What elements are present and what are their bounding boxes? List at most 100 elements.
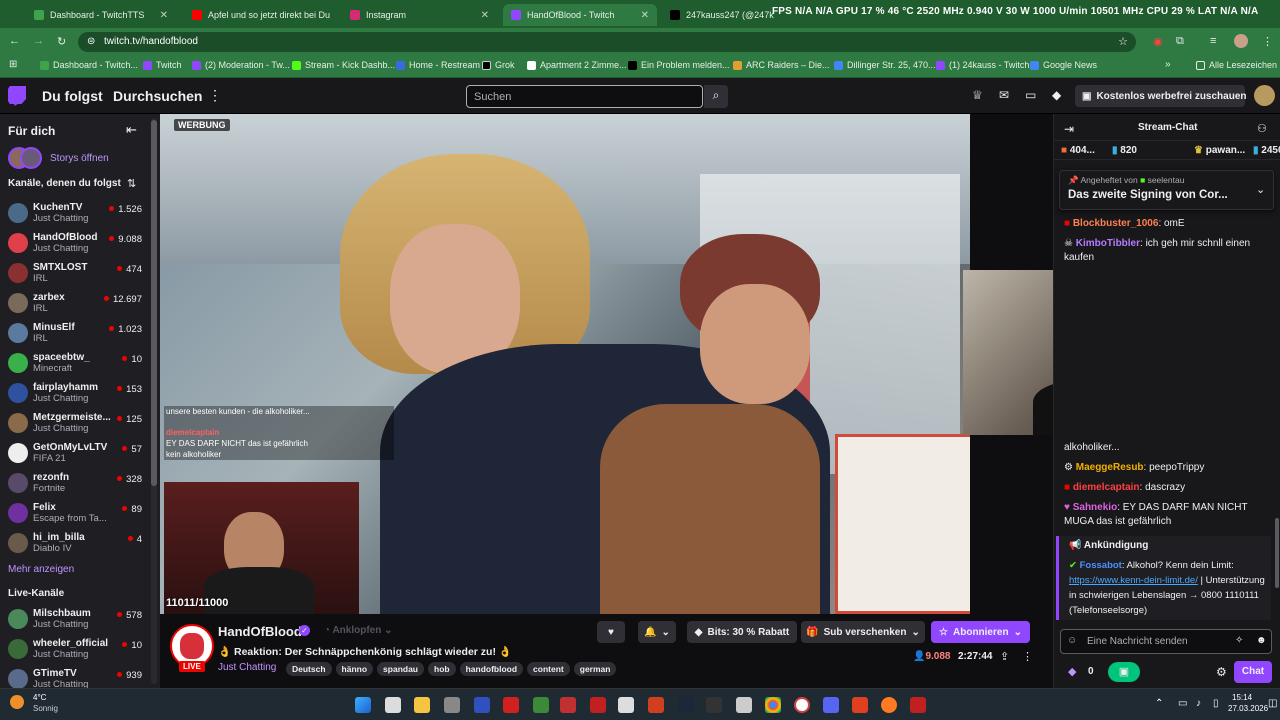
sort-icon[interactable]: ⇅ bbox=[127, 177, 136, 190]
bookmark-item[interactable]: (1) 24kauss - Twitch bbox=[936, 60, 1029, 70]
bits-icon[interactable]: ◆ bbox=[1052, 88, 1061, 102]
chat-username[interactable]: KimboTibbler bbox=[1076, 238, 1140, 249]
sidebar-channel-item[interactable]: HandOfBlood Just Chatting 9.088 bbox=[0, 230, 150, 260]
extension-icon[interactable]: ◉ bbox=[1153, 35, 1163, 48]
site-info-icon[interactable]: ⊜ bbox=[87, 36, 95, 47]
mouse-app-icon[interactable] bbox=[444, 697, 460, 713]
bits-cheer-icon[interactable]: ✧ bbox=[1235, 635, 1243, 646]
leaderboard-entry[interactable]: ♛ pawan... bbox=[1194, 145, 1245, 156]
follow-heart-button[interactable]: ♥ bbox=[597, 621, 625, 643]
bookmark-item[interactable]: Stream - Kick Dashb... bbox=[292, 60, 395, 70]
chat-scrollbar[interactable] bbox=[1275, 518, 1279, 588]
stories-link[interactable]: Storys öffnen bbox=[50, 153, 109, 164]
adfree-button[interactable]: ▣ Kostenlos werbefrei zuschauen bbox=[1075, 85, 1247, 107]
clock-date[interactable]: 27.03.2026 bbox=[1228, 704, 1268, 713]
reward-button[interactable]: ▣ bbox=[1108, 662, 1140, 682]
volume-icon[interactable]: ♪ bbox=[1196, 698, 1201, 709]
chat-input[interactable]: ☺ Eine Nachricht senden ✧ ☻ bbox=[1060, 629, 1272, 654]
steam-icon[interactable] bbox=[678, 697, 694, 713]
menu-icon[interactable]: ⋮ bbox=[1262, 35, 1273, 48]
chat-username[interactable]: diemelcaptain bbox=[1073, 482, 1140, 493]
tag[interactable]: content bbox=[527, 662, 570, 676]
tag[interactable]: german bbox=[573, 662, 617, 676]
collapse-sidebar-icon[interactable]: ⇤ bbox=[126, 122, 137, 138]
sidebar-channel-item[interactable]: Metzgermeiste... Just Chatting 125 bbox=[0, 410, 150, 440]
chat-username[interactable]: Fossabot bbox=[1080, 560, 1122, 571]
send-chat-button[interactable]: Chat bbox=[1234, 661, 1272, 683]
sidebar-channel-item[interactable]: GetOnMyLvLTV FIFA 21 57 bbox=[0, 440, 150, 470]
battery-icon[interactable]: ▯ bbox=[1213, 698, 1219, 709]
media-control-icon[interactable]: ≡ bbox=[1210, 35, 1216, 47]
bookmark-item[interactable]: Home - Restream bbox=[396, 60, 480, 70]
user-avatar[interactable] bbox=[1254, 85, 1275, 106]
whispers-icon[interactable]: ▭ bbox=[1025, 88, 1036, 102]
browser-tab-active[interactable]: HandOfBlood - Twitch ✕ bbox=[503, 4, 657, 26]
apps-grid-icon[interactable]: ⊞ bbox=[9, 59, 17, 70]
chevron-down-icon[interactable]: ⌄ bbox=[1256, 183, 1265, 196]
tag[interactable]: spandau bbox=[377, 662, 424, 676]
discord-icon[interactable] bbox=[823, 697, 839, 713]
bookmark-item[interactable]: (2) Moderation - Tw... bbox=[192, 60, 290, 70]
app-icon[interactable] bbox=[560, 697, 576, 713]
app-icon[interactable] bbox=[852, 697, 868, 713]
tray-chevron-icon[interactable]: ⌃ bbox=[1155, 698, 1163, 709]
leaderboard-entry[interactable]: ▮ 820 bbox=[1112, 145, 1137, 156]
crown-icon[interactable]: ♕ bbox=[972, 88, 983, 102]
more-options-icon[interactable]: ⋮ bbox=[1022, 650, 1033, 663]
tag[interactable]: handofblood bbox=[459, 662, 524, 676]
start-icon[interactable] bbox=[355, 697, 371, 713]
knock-button[interactable]: ◔ Anklopfen ⌄ bbox=[324, 625, 393, 636]
notifications-button[interactable]: 🔔 ⌄ bbox=[638, 621, 676, 643]
url-field[interactable]: ⊜ twitch.tv/handofblood ☆ bbox=[78, 32, 1136, 52]
bookmark-item[interactable]: Twitch bbox=[143, 60, 182, 70]
scrollbar-thumb[interactable] bbox=[151, 120, 157, 486]
file-explorer-icon[interactable] bbox=[414, 697, 430, 713]
app-icon[interactable] bbox=[590, 697, 606, 713]
sidebar-channel-item[interactable]: MinusElf IRL 1.023 bbox=[0, 320, 150, 350]
sidebar-channel-item[interactable]: hi_im_billa Diablo IV 4 bbox=[0, 530, 150, 560]
bookmark-item[interactable]: ARC Raiders – Die... bbox=[733, 60, 830, 70]
bookmark-item[interactable]: Google News bbox=[1030, 60, 1097, 70]
sidebar-channel-item[interactable]: KuchenTV Just Chatting 1.526 bbox=[0, 200, 150, 230]
sidebar-channel-item[interactable]: GTimeTV Just Chatting 939 bbox=[0, 666, 150, 688]
browser-tab[interactable]: Instagram ✕ bbox=[342, 4, 497, 26]
emote-picker-icon[interactable]: ☺ bbox=[1067, 635, 1077, 646]
clock-time[interactable]: 15:14 bbox=[1232, 693, 1252, 702]
app-icon[interactable] bbox=[648, 697, 664, 713]
app-icon[interactable] bbox=[706, 697, 722, 713]
bookmark-star-icon[interactable]: ☆ bbox=[1118, 35, 1128, 48]
subscribe-button[interactable]: ☆ Abonnieren ⌄ bbox=[931, 621, 1030, 643]
browser-tab[interactable]: Apfel und so jetzt direkt bei Du bbox=[184, 4, 334, 26]
reload-icon[interactable]: ↻ bbox=[57, 35, 66, 48]
gift-sub-button[interactable]: 🎁 Sub verschenken ⌄ bbox=[801, 621, 925, 643]
bookmark-item[interactable]: Apartment 2 Zimme... bbox=[527, 60, 627, 70]
sidebar-channel-item[interactable]: wheeler_official Just Chatting 10 bbox=[0, 636, 150, 666]
chat-username[interactable]: MaeggeResub bbox=[1076, 462, 1144, 473]
sidebar-channel-item[interactable]: Felix Escape from Ta... 89 bbox=[0, 500, 150, 530]
browser-tab[interactable]: 247kauss247 (@247kauss24 bbox=[662, 4, 774, 26]
forward-icon[interactable]: → bbox=[33, 35, 44, 47]
browser-tab[interactable]: Dashboard - TwitchTTS ✕ bbox=[26, 4, 176, 26]
opera-icon[interactable] bbox=[794, 697, 810, 713]
sidebar-channel-item[interactable]: Milschbaum Just Chatting 578 bbox=[0, 606, 150, 636]
close-icon[interactable]: ✕ bbox=[481, 10, 489, 21]
calculator-icon[interactable] bbox=[385, 697, 401, 713]
stories-row[interactable] bbox=[8, 147, 42, 169]
firefox-icon[interactable] bbox=[881, 697, 897, 713]
sidebar-channel-item[interactable]: fairplayhamm Just Chatting 153 bbox=[0, 380, 150, 410]
search-input[interactable]: Suchen bbox=[466, 85, 703, 108]
chevron-right-icon[interactable]: » bbox=[1165, 59, 1171, 70]
channel-name[interactable]: HandOfBlood bbox=[218, 624, 302, 639]
category-link[interactable]: Just Chatting bbox=[218, 662, 276, 673]
announcement-link[interactable]: https://www.kenn-dein-limit.de/ bbox=[1069, 575, 1198, 586]
channel-points-icon[interactable]: ◆ bbox=[1068, 665, 1076, 678]
collapse-chat-icon[interactable]: ⇥ bbox=[1064, 122, 1074, 136]
bookmark-item[interactable]: Dashboard - Twitch... bbox=[40, 60, 138, 70]
search-button[interactable]: ⌕ bbox=[704, 85, 728, 108]
nav-browse[interactable]: Durchsuchen bbox=[113, 88, 202, 104]
bookmark-item[interactable]: Dillinger Str. 25, 470... bbox=[834, 60, 936, 70]
video-player[interactable]: WERBUNG unsere besten kunden - die alkoh… bbox=[160, 114, 1053, 614]
nav-following[interactable]: Du folgst bbox=[42, 88, 103, 104]
sidebar-channel-item[interactable]: zarbex IRL 12.697 bbox=[0, 290, 150, 320]
vpn-icon[interactable] bbox=[474, 697, 490, 713]
